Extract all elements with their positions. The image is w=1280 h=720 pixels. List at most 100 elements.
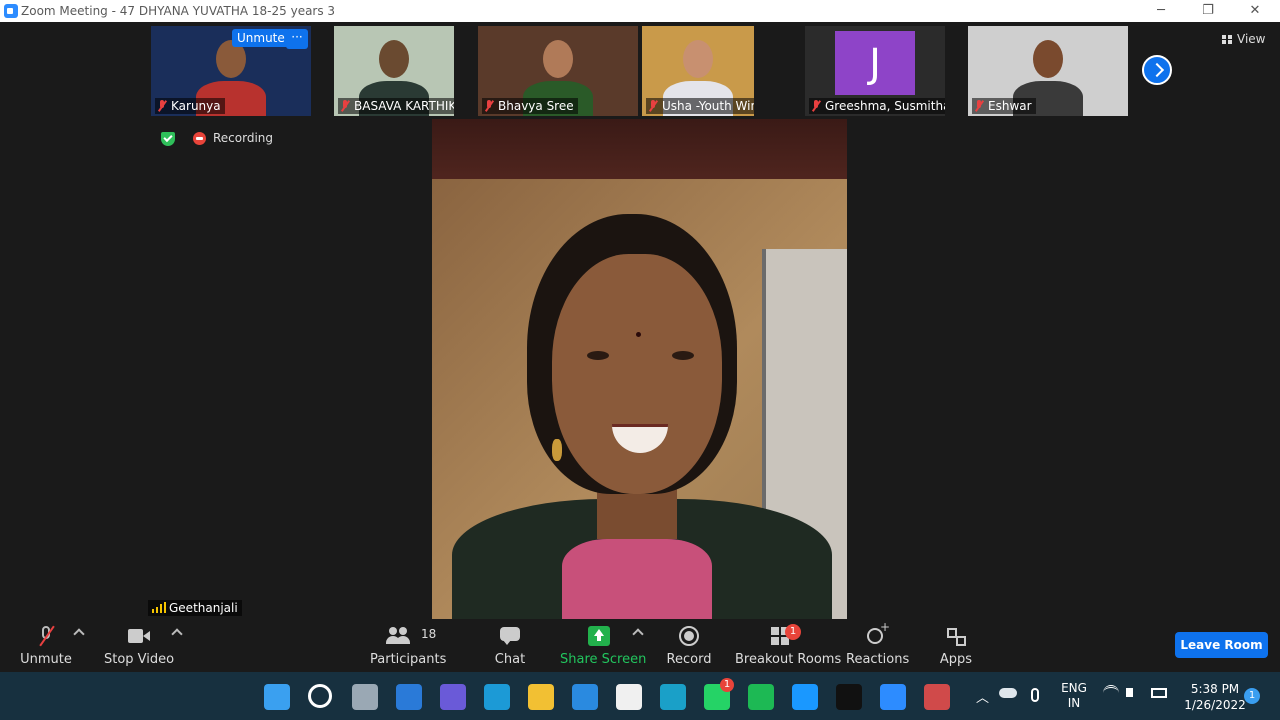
participant-name: Usha -Youth Wing: [662, 99, 754, 113]
language-indicator[interactable]: ENG IN: [1060, 681, 1088, 711]
record-icon: [678, 626, 700, 646]
close-button[interactable]: ✕: [1240, 2, 1270, 20]
apps-label: Apps: [939, 652, 973, 667]
participants-label: Participants: [370, 652, 447, 667]
record-button[interactable]: Record: [660, 620, 718, 672]
participant-name-tag: BASAVA KARTHIK: [338, 98, 454, 114]
windows-taskbar: 1 ︿ ENG IN 5:38 PM 1/26/2022 1: [0, 672, 1280, 720]
taskbar-whatsapp-icon[interactable]: 1: [704, 678, 734, 710]
taskbar-edge-beta-icon[interactable]: [660, 684, 686, 710]
leave-room-button[interactable]: Leave Room: [1175, 632, 1268, 658]
battery-icon[interactable]: [1151, 688, 1167, 698]
participant-name-tag: Eshwar: [972, 98, 1036, 114]
taskbar-snipping-tool-icon[interactable]: [924, 684, 950, 710]
taskbar-task-view-icon[interactable]: [352, 684, 378, 710]
participant-thumbnail[interactable]: BASAVA KARTHIK: [334, 26, 454, 116]
apps-button[interactable]: Apps: [930, 620, 982, 672]
notification-count-badge[interactable]: 1: [1244, 688, 1260, 704]
muted-mic-icon: [484, 100, 494, 111]
stop-video-button[interactable]: Stop Video: [104, 620, 174, 672]
grid-icon: [1222, 35, 1232, 44]
speaker-name: Geethanjali: [169, 601, 238, 615]
unmute-label: Unmute: [20, 652, 72, 667]
taskbar-netflix-icon[interactable]: [836, 684, 862, 710]
view-label: View: [1237, 32, 1266, 46]
whatsapp-badge: 1: [720, 678, 734, 692]
chat-label: Chat: [494, 652, 526, 667]
breakout-badge: 1: [785, 624, 801, 640]
minimize-button[interactable]: ─: [1146, 2, 1176, 20]
security-shield-icon[interactable]: [161, 132, 175, 146]
muted-mic-icon: [340, 100, 350, 111]
muted-mic-icon: [811, 100, 821, 111]
taskbar-file-explorer-icon[interactable]: [528, 684, 554, 710]
taskbar-store-icon[interactable]: [572, 684, 598, 710]
participant-name-tag: Greeshma, Susmitha: [809, 98, 945, 114]
active-speaker-video: [432, 119, 847, 619]
view-button[interactable]: View: [1222, 32, 1265, 46]
meeting-toolbar: Unmute Stop Video 18 Participants Chat S…: [0, 620, 1280, 672]
title-bar: Zoom Meeting - 47 DHYANA YUVATHA 18-25 y…: [0, 0, 1280, 22]
thumbnail-more-button[interactable]: ···: [286, 29, 308, 49]
muted-mic-icon: [974, 100, 984, 111]
participant-name: Eshwar: [988, 99, 1032, 113]
video-face: [552, 254, 722, 494]
language-line2: IN: [1067, 696, 1081, 710]
video-top: [562, 539, 712, 619]
breakout-rooms-icon: 1: [771, 624, 801, 646]
participant-thumbnail[interactable]: Bhavya Sree: [478, 26, 638, 116]
taskbar-zoom-icon[interactable]: [880, 684, 906, 710]
restore-button[interactable]: ❐: [1193, 2, 1223, 20]
participants-button[interactable]: 18 Participants: [370, 620, 447, 672]
participants-icon: [386, 626, 408, 646]
participants-count: 18: [421, 627, 437, 641]
taskbar-teams-chat-icon[interactable]: [440, 684, 466, 710]
participant-face: [683, 40, 713, 78]
next-page-arrow-icon[interactable]: [1142, 55, 1172, 85]
taskbar-start-icon[interactable]: [264, 684, 290, 710]
recording-label: Recording: [213, 131, 274, 145]
clock[interactable]: 5:38 PM 1/26/2022: [1180, 681, 1250, 713]
participant-name: BASAVA KARTHIK: [354, 99, 454, 113]
participant-thumbnail[interactable]: J Greeshma, Susmitha: [805, 26, 945, 116]
microphone-muted-icon: [35, 626, 57, 646]
taskbar-search-icon[interactable]: [308, 684, 332, 708]
reactions-label: Reactions: [846, 652, 910, 667]
breakout-rooms-label: Breakout Rooms: [735, 652, 842, 667]
muted-mic-icon: [157, 100, 167, 111]
taskbar-edge-icon[interactable]: [484, 684, 510, 710]
participant-thumbnail[interactable]: Eshwar: [968, 26, 1128, 116]
video-earring: [552, 439, 562, 461]
share-screen-icon: [588, 626, 610, 646]
participant-name-tag: Usha -Youth Wing: [646, 98, 754, 114]
participant-name-tag: Karunya: [155, 98, 225, 114]
thumbnail-unmute-button[interactable]: Unmute: [232, 29, 290, 47]
record-label: Record: [666, 652, 712, 667]
window-title: Zoom Meeting - 47 DHYANA YUVATHA 18-25 y…: [21, 4, 336, 18]
chat-button[interactable]: Chat: [480, 620, 540, 672]
apps-icon: [945, 626, 967, 646]
breakout-rooms-button[interactable]: 1 Breakout Rooms: [735, 620, 842, 672]
participant-name: Greeshma, Susmitha: [825, 99, 945, 113]
stop-video-label: Stop Video: [104, 652, 175, 667]
taskbar-github-icon[interactable]: [616, 684, 642, 710]
share-screen-button[interactable]: Share Screen: [560, 620, 646, 672]
language-line1: ENG: [1061, 681, 1087, 695]
participant-thumbnail[interactable]: Usha -Youth Wing: [642, 26, 754, 116]
wifi-icon[interactable]: [1103, 685, 1119, 701]
clock-time: 5:38 PM: [1190, 682, 1240, 696]
reactions-button[interactable]: Reactions: [846, 620, 910, 672]
clock-date: 1/26/2022: [1184, 698, 1246, 712]
volume-icon[interactable]: [1126, 688, 1133, 697]
show-hidden-icons-chevron-icon[interactable]: ︿: [976, 687, 989, 706]
taskbar-spotify-icon[interactable]: [748, 684, 774, 710]
participant-avatar: J: [835, 31, 915, 95]
taskbar-widgets-icon[interactable]: [396, 684, 422, 710]
unmute-button[interactable]: Unmute: [16, 620, 76, 672]
zoom-app-icon: [4, 4, 18, 18]
onedrive-cloud-icon[interactable]: [999, 688, 1017, 698]
video-eye-right: [672, 351, 694, 360]
participant-face: [379, 40, 409, 78]
taskbar-prime-video-icon[interactable]: [792, 684, 818, 710]
microphone-tray-icon[interactable]: [1031, 688, 1039, 702]
